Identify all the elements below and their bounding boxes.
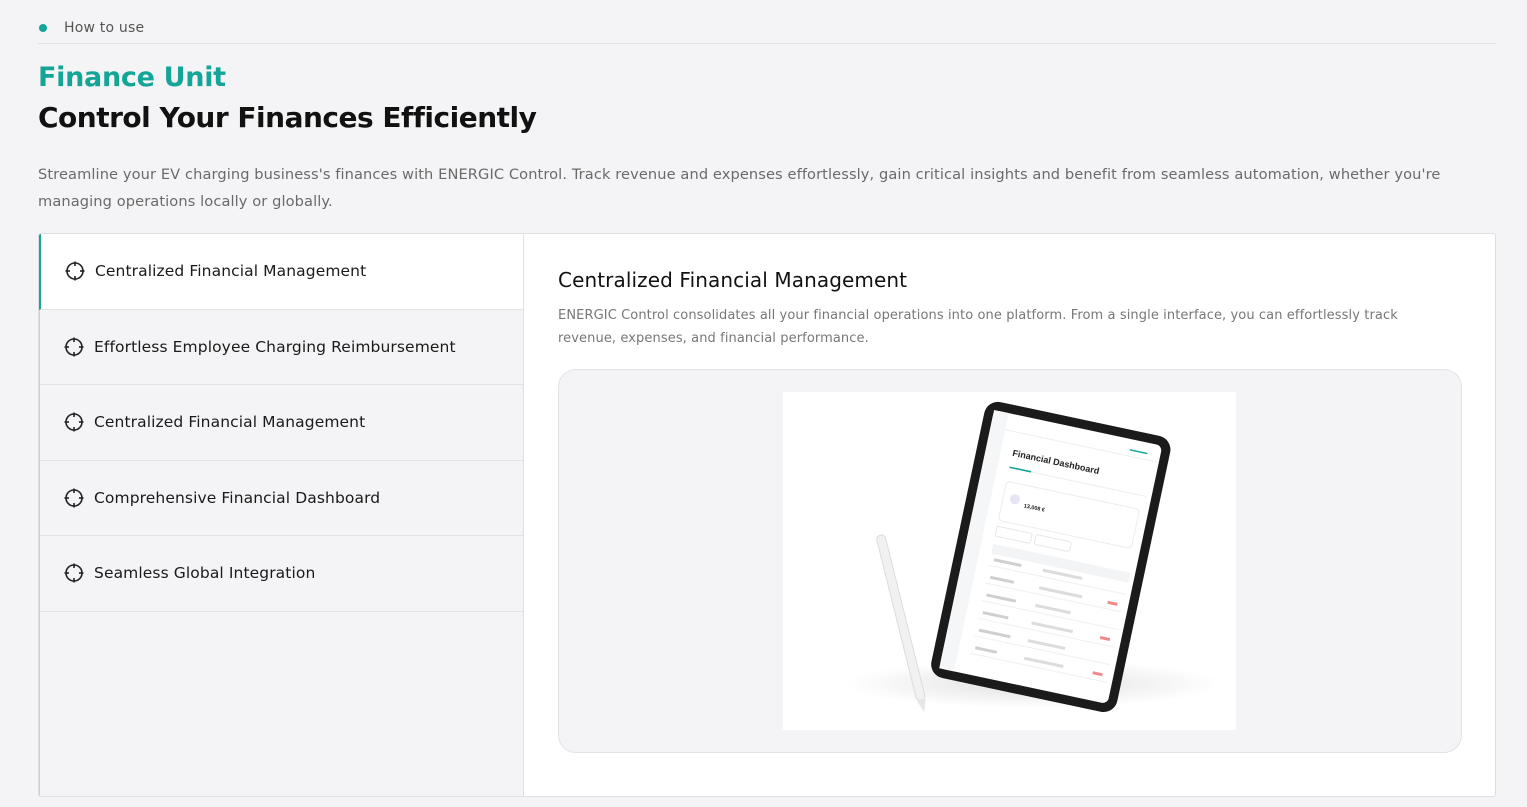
page-title: Control Your Finances Efficiently: [38, 101, 537, 134]
feature-tab-centralized-financial-management-2[interactable]: Centralized Financial Management: [40, 385, 523, 461]
feature-tab-label: Effortless Employee Charging Reimburseme…: [94, 337, 456, 356]
section-eyebrow: Finance Unit: [38, 62, 226, 93]
bullet-dot-icon: [39, 23, 47, 32]
feature-tab-financial-dashboard[interactable]: Comprehensive Financial Dashboard: [40, 461, 523, 536]
crosshair-icon: [65, 261, 85, 281]
feature-detail-description: ENERGIC Control consolidates all your fi…: [558, 308, 1398, 346]
crosshair-icon: [64, 412, 84, 432]
breadcrumb: How to use: [38, 14, 1496, 44]
feature-tab-label: Seamless Global Integration: [94, 564, 316, 583]
feature-list: Centralized Financial Management Effortl…: [39, 234, 524, 796]
feature-tab-label: Centralized Financial Management: [95, 262, 367, 281]
feature-detail-title: Centralized Financial Management: [558, 268, 908, 292]
breadcrumb-label: How to use: [64, 19, 145, 36]
crosshair-icon: [64, 337, 84, 357]
feature-tab-label: Comprehensive Financial Dashboard: [94, 488, 381, 507]
tablet-illustration: Financial Dashboard 13,008 €: [843, 401, 1223, 713]
image-frame: Financial Dashboard 13,008 €: [558, 369, 1462, 753]
feature-detail: Centralized Financial Management ENERGIC…: [524, 234, 1495, 796]
crosshair-icon: [64, 488, 84, 508]
tablet-dashboard-image: Financial Dashboard 13,008 €: [783, 392, 1236, 730]
intro-paragraph: Streamline your EV charging business's f…: [38, 166, 1441, 210]
feature-panel: Centralized Financial Management Effortl…: [38, 233, 1496, 797]
feature-tab-employee-charging-reimbursement[interactable]: Effortless Employee Charging Reimburseme…: [40, 310, 523, 385]
feature-tab-global-integration[interactable]: Seamless Global Integration: [40, 536, 523, 612]
feature-tab-label: Centralized Financial Management: [94, 413, 366, 432]
crosshair-icon: [64, 563, 84, 583]
feature-tab-centralized-financial-management[interactable]: Centralized Financial Management: [39, 234, 523, 310]
